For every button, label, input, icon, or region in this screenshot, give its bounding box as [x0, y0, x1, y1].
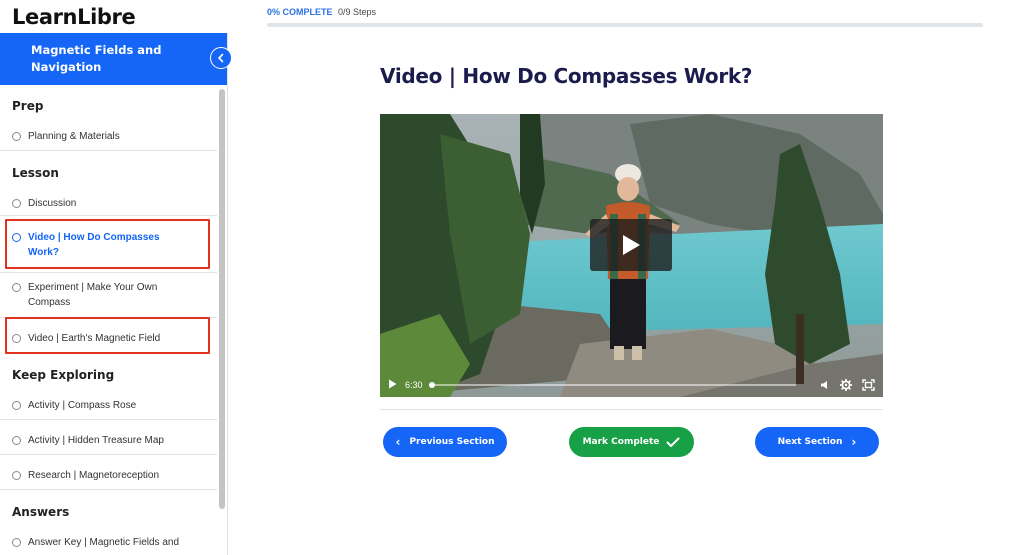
divider — [0, 150, 217, 151]
status-circle-icon — [12, 283, 21, 292]
collapse-sidebar-button[interactable] — [210, 47, 232, 69]
sidebar-header: Magnetic Fields and Navigation — [0, 33, 227, 85]
mark-complete-button[interactable]: Mark Complete — [569, 427, 694, 457]
divider — [0, 454, 217, 455]
sidebar-item-planning-materials[interactable]: Planning & Materials — [12, 129, 212, 144]
settings-button[interactable] — [840, 379, 852, 391]
next-section-label: Next Section — [777, 437, 843, 447]
sidebar-item-label: Research | Magnetoreception — [28, 470, 160, 481]
chevron-left-icon — [218, 53, 224, 63]
divider — [0, 272, 217, 273]
sidebar-item-label: Video | How Do Compasses Work? — [28, 232, 160, 258]
divider — [0, 419, 217, 420]
status-circle-icon — [12, 132, 21, 141]
logo[interactable]: LearnLibre — [12, 5, 136, 29]
sidebar-scrollbar[interactable] — [219, 89, 225, 509]
progress-bar — [267, 23, 983, 27]
previous-section-button[interactable]: ‹ Previous Section — [383, 427, 507, 457]
play-small-button[interactable] — [388, 379, 397, 391]
chevron-left-icon: ‹ — [395, 435, 401, 449]
progress-steps: 0/9 Steps — [338, 7, 377, 17]
sidebar-item-label: Video | Earth's Magnetic Field — [28, 333, 161, 344]
status-circle-icon — [12, 538, 21, 547]
previous-section-label: Previous Section — [409, 437, 495, 447]
course-sidebar: Magnetic Fields and Navigation Prep Plan… — [0, 33, 228, 555]
volume-button[interactable] — [820, 380, 830, 390]
sidebar-item-label: Answer Key | Magnetic Fields and — [28, 537, 180, 548]
progress-percent: 0% COMPLETE — [267, 7, 333, 17]
sidebar-item-video-earth-magnetic-field[interactable]: Video | Earth's Magnetic Field — [12, 331, 212, 346]
video-controls: 6:30 — [380, 373, 883, 397]
status-circle-icon — [12, 471, 21, 480]
content-divider — [380, 409, 883, 410]
status-circle-icon — [12, 436, 21, 445]
fullscreen-icon — [862, 379, 875, 391]
section-title-prep: Prep — [12, 99, 44, 113]
mark-complete-label: Mark Complete — [582, 437, 660, 447]
section-title-keep-exploring: Keep Exploring — [12, 368, 115, 382]
sidebar-item-label: Discussion — [28, 198, 77, 209]
status-circle-icon — [12, 233, 21, 242]
play-icon — [623, 235, 640, 255]
sidebar-item-discussion[interactable]: Discussion — [12, 196, 212, 211]
chevron-right-icon: › — [851, 435, 857, 449]
status-circle-icon — [12, 199, 21, 208]
seek-bar[interactable] — [428, 382, 796, 388]
status-circle-icon — [12, 401, 21, 410]
status-circle-icon — [12, 334, 21, 343]
checkmark-icon — [666, 437, 680, 447]
play-button[interactable] — [590, 219, 672, 271]
next-section-button[interactable]: Next Section › — [755, 427, 879, 457]
volume-icon — [821, 381, 827, 389]
gear-icon — [840, 379, 852, 391]
fullscreen-button[interactable] — [862, 379, 875, 391]
sidebar-item-hidden-treasure-map[interactable]: Activity | Hidden Treasure Map — [12, 433, 212, 448]
sidebar-item-experiment-compass[interactable]: Experiment | Make Your Own Compass — [12, 280, 172, 310]
course-progress: 0% COMPLETE 0/9 Steps — [267, 7, 983, 27]
section-title-lesson: Lesson — [12, 166, 59, 180]
sidebar-item-label: Activity | Compass Rose — [28, 400, 137, 411]
sidebar-item-label: Experiment | Make Your Own Compass — [28, 282, 158, 308]
section-title-answers: Answers — [12, 505, 70, 519]
page-title: Video | How Do Compasses Work? — [380, 64, 753, 88]
sidebar-item-answer-key[interactable]: Answer Key | Magnetic Fields and — [12, 535, 212, 550]
sidebar-item-video-compasses[interactable]: Video | How Do Compasses Work? — [12, 230, 172, 260]
video-player[interactable]: 6:30 — [380, 114, 883, 397]
play-small-icon — [389, 379, 397, 389]
divider — [0, 489, 217, 490]
sidebar-item-compass-rose[interactable]: Activity | Compass Rose — [12, 398, 212, 413]
sidebar-item-magnetoreception[interactable]: Research | Magnetoreception — [12, 468, 212, 483]
video-time: 6:30 — [405, 380, 423, 390]
divider — [0, 215, 217, 216]
sidebar-item-label: Planning & Materials — [28, 131, 120, 142]
seek-handle[interactable] — [428, 382, 435, 388]
sidebar-item-label: Activity | Hidden Treasure Map — [28, 435, 164, 446]
sidebar-course-title[interactable]: Magnetic Fields and Navigation — [31, 42, 181, 76]
